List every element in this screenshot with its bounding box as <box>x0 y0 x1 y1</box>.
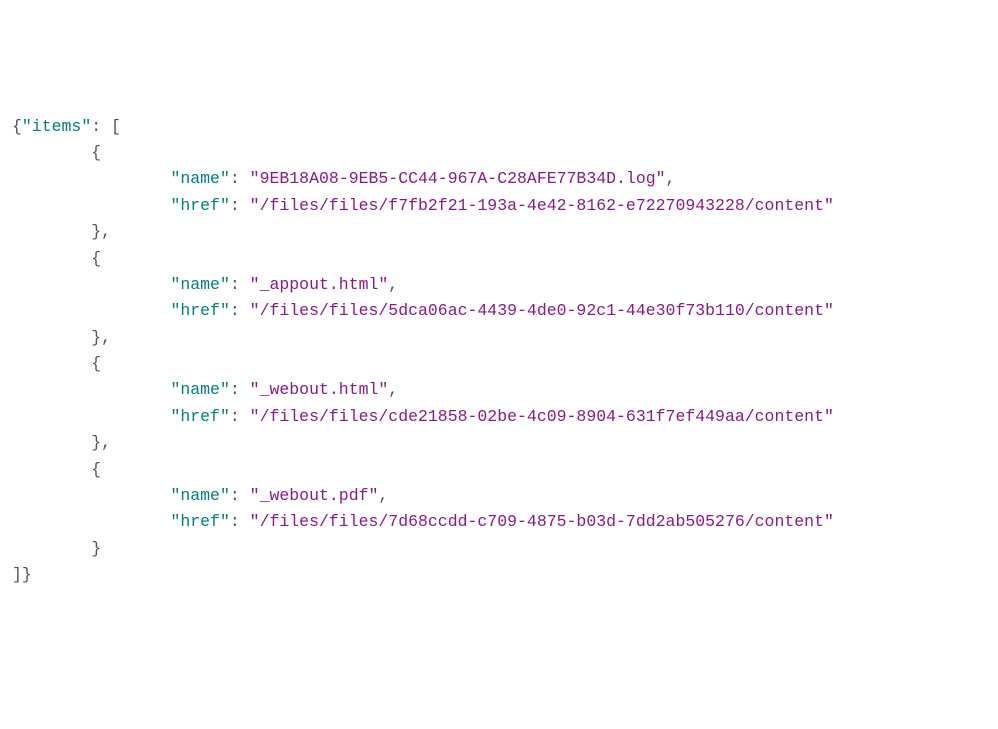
colon-2a: : <box>230 380 250 399</box>
href-key-1: "href" <box>170 301 229 320</box>
items-key: "items" <box>22 117 91 136</box>
colon-3a: : <box>230 486 250 505</box>
colon-1a: : <box>230 275 250 294</box>
name-key-0: "name" <box>170 169 229 188</box>
obj-open-3: { <box>91 460 101 479</box>
comma-1a: , <box>388 275 398 294</box>
name-key-2: "name" <box>170 380 229 399</box>
href-key-0: "href" <box>170 196 229 215</box>
href-key-2: "href" <box>170 407 229 426</box>
obj-open-1: { <box>91 249 101 268</box>
colon-0b: : <box>230 196 250 215</box>
comma-0a: , <box>666 169 676 188</box>
colon-2b: : <box>230 407 250 426</box>
json-code-block: {"items": [ { "name": "9EB18A08-9EB5-CC4… <box>12 114 986 589</box>
name-key-3: "name" <box>170 486 229 505</box>
comma-3a: , <box>378 486 388 505</box>
brace-close: } <box>22 565 32 584</box>
bracket-open: [ <box>111 117 121 136</box>
name-value-3: "_webout.pdf" <box>250 486 379 505</box>
name-value-1: "_appout.html" <box>250 275 389 294</box>
href-value-0: "/files/files/f7fb2f21-193a-4e42-8162-e7… <box>250 196 834 215</box>
href-value-2: "/files/files/cde21858-02be-4c09-8904-63… <box>250 407 834 426</box>
name-value-0: "9EB18A08-9EB5-CC44-967A-C28AFE77B34D.lo… <box>250 169 666 188</box>
comma-2a: , <box>388 380 398 399</box>
obj-close-3: } <box>91 539 101 558</box>
href-value-1: "/files/files/5dca06ac-4439-4de0-92c1-44… <box>250 301 834 320</box>
colon-1b: : <box>230 301 250 320</box>
colon-0a: : <box>230 169 250 188</box>
brace-open: { <box>12 117 22 136</box>
name-key-1: "name" <box>170 275 229 294</box>
href-key-3: "href" <box>170 512 229 531</box>
obj-close-1: }, <box>91 328 111 347</box>
obj-close-2: }, <box>91 433 111 452</box>
obj-close-0: }, <box>91 222 111 241</box>
href-value-3: "/files/files/7d68ccdd-c709-4875-b03d-7d… <box>250 512 834 531</box>
obj-open-0: { <box>91 143 101 162</box>
bracket-close: ] <box>12 565 22 584</box>
colon: : <box>91 117 111 136</box>
name-value-2: "_webout.html" <box>250 380 389 399</box>
obj-open-2: { <box>91 354 101 373</box>
colon-3b: : <box>230 512 250 531</box>
